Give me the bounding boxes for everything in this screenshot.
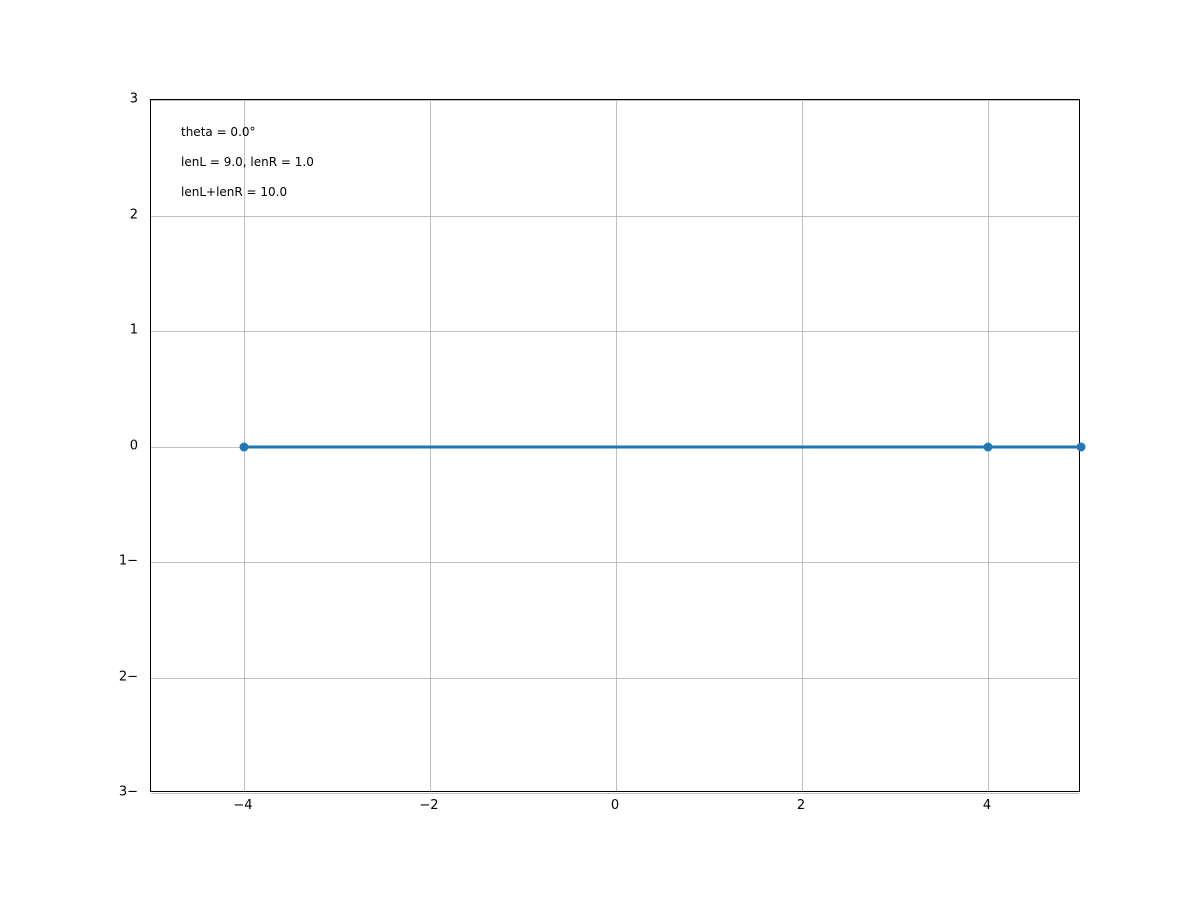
gridline-horizontal (151, 331, 1079, 332)
annotation-text: lenL = 9.0, lenR = 1.0 (181, 155, 314, 169)
gridline-horizontal (151, 678, 1079, 679)
series-line (988, 445, 1081, 448)
annotation-text: lenL+lenR = 10.0 (181, 185, 287, 199)
series-point (1077, 442, 1086, 451)
gridline-horizontal (151, 216, 1079, 217)
gridline-horizontal (151, 793, 1079, 794)
axes-frame: theta = 0.0° lenL = 9.0, lenR = 1.0 lenL+l… (150, 99, 1080, 792)
xtick-label: −2 (419, 798, 438, 813)
gridline-horizontal (151, 562, 1079, 563)
annotation-text: theta = 0.0° (181, 125, 256, 139)
series-point (984, 442, 993, 451)
gridline-horizontal (151, 100, 1079, 101)
xtick-label: 4 (983, 798, 991, 813)
series-line (244, 445, 988, 448)
series-point (240, 442, 249, 451)
figure: theta = 0.0° lenL = 9.0, lenR = 1.0 lenL+l… (0, 0, 1200, 900)
xtick-label: 0 (611, 798, 619, 813)
xtick-label: −4 (233, 798, 252, 813)
xtick-label: 2 (797, 798, 805, 813)
